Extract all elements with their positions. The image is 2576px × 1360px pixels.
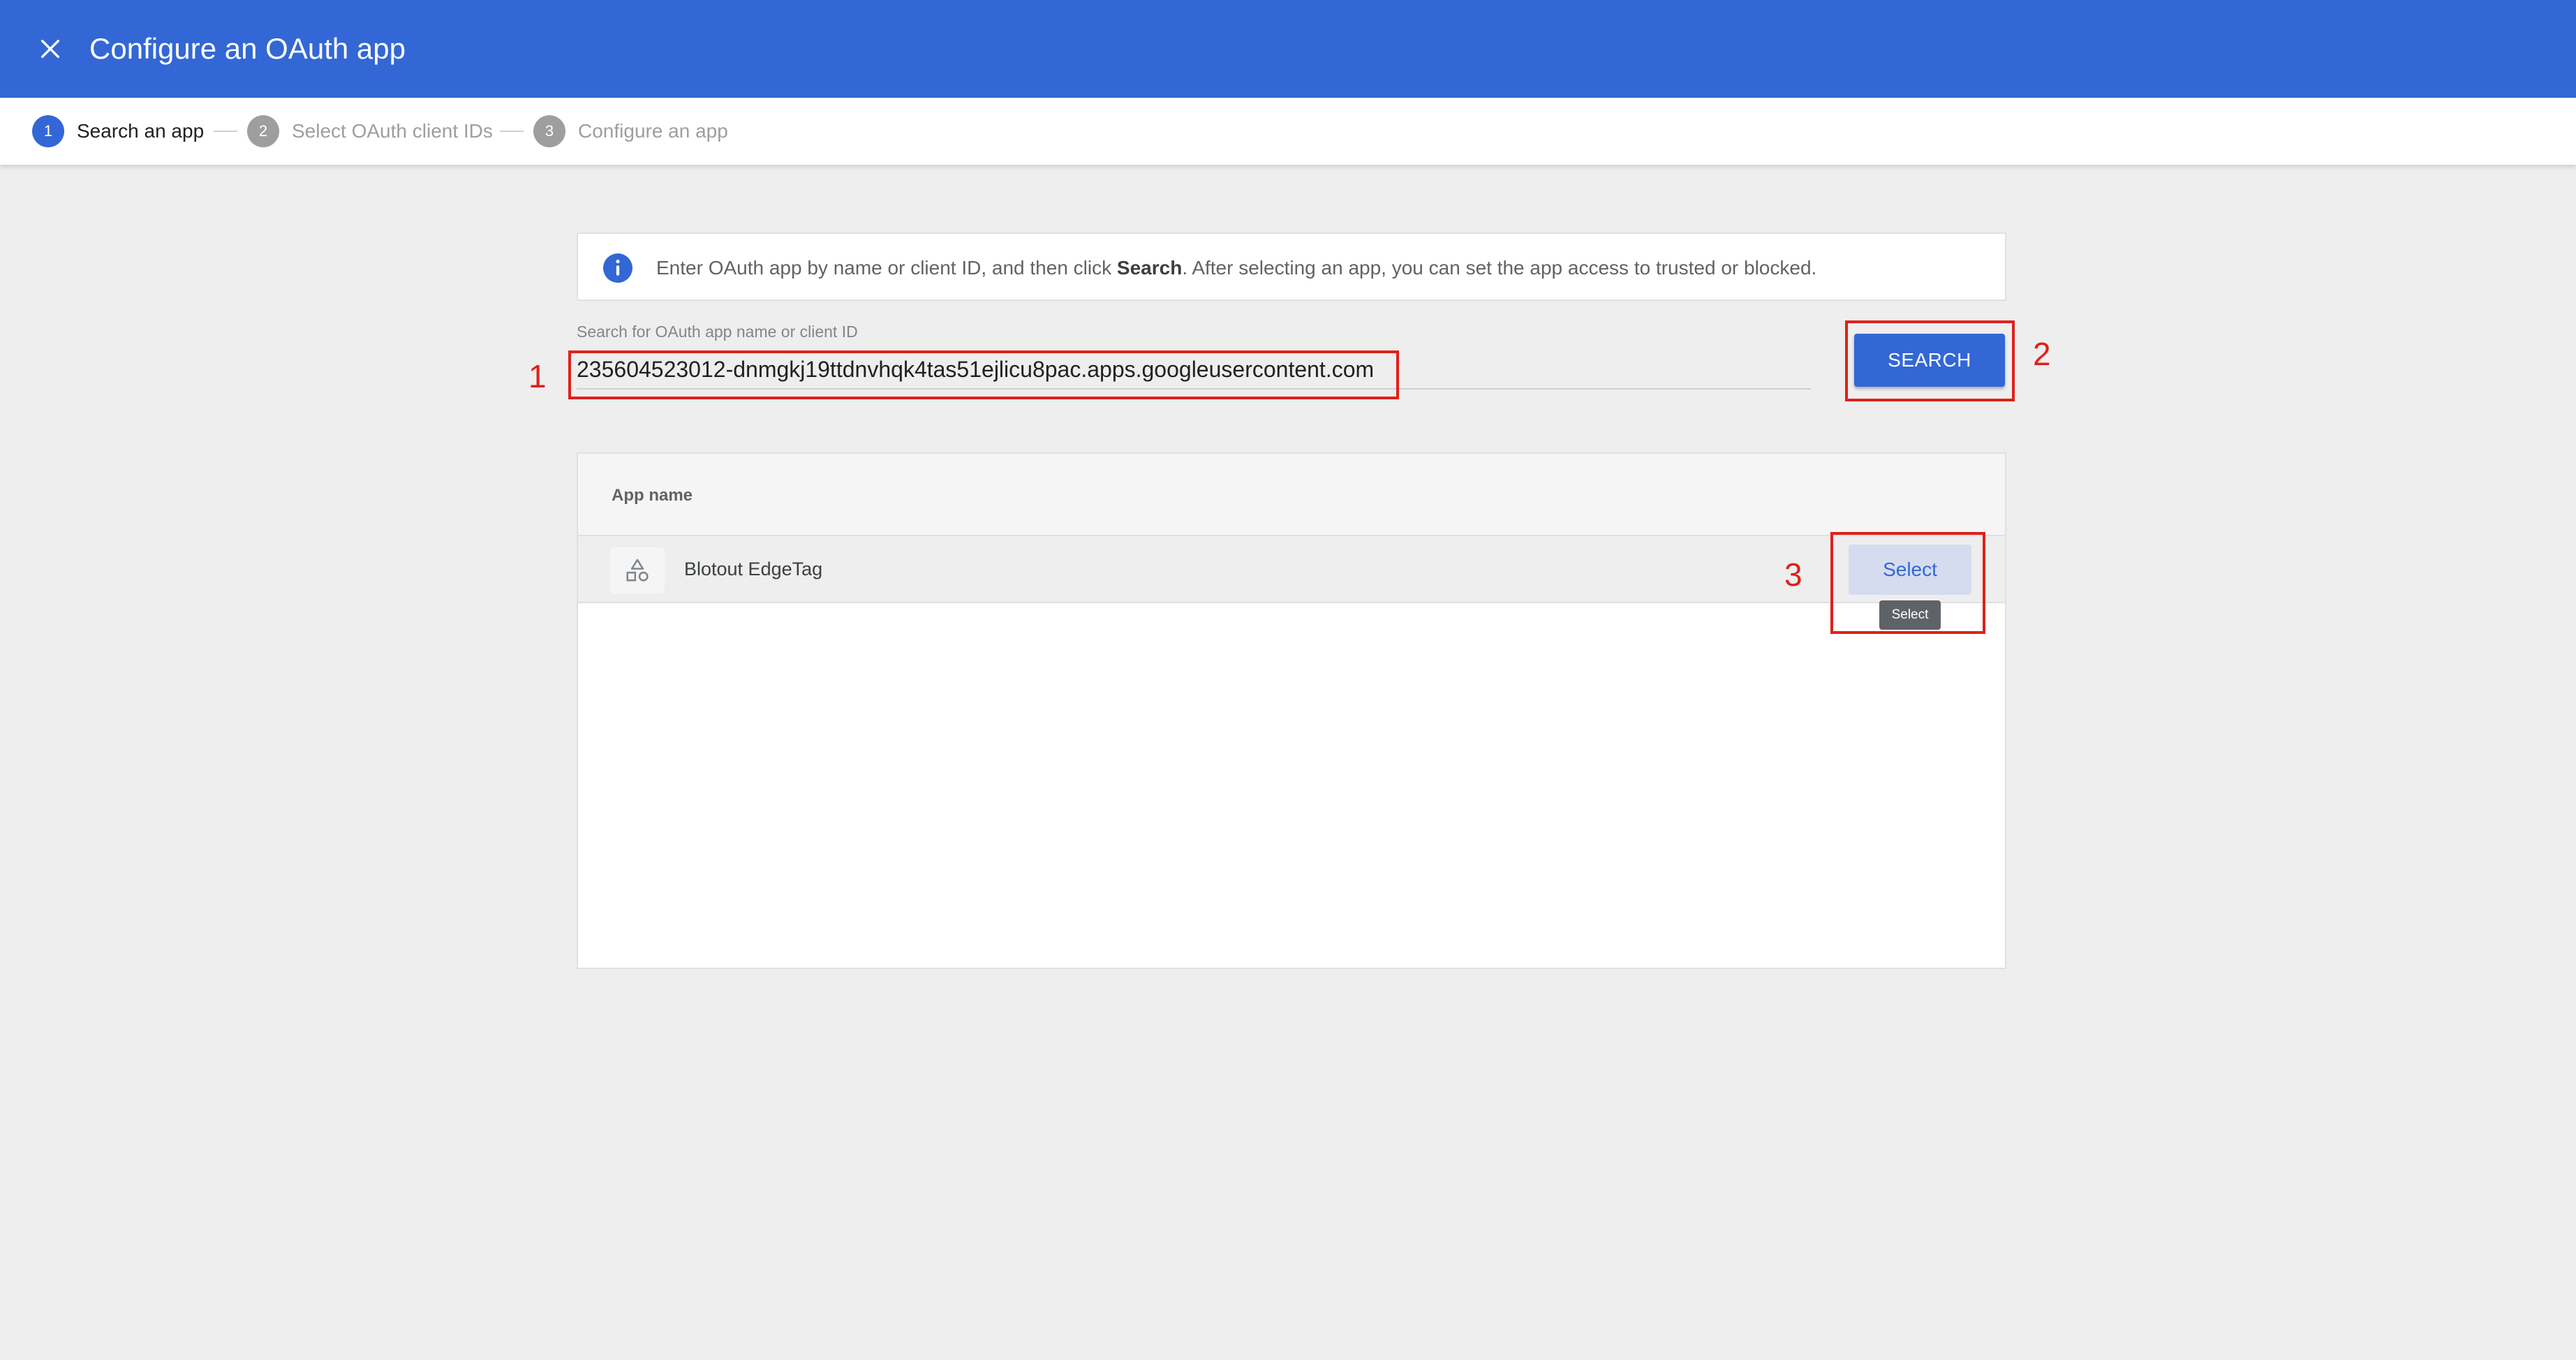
column-header-app-name: App name [612,486,693,505]
annotation-number: 1 [528,358,547,394]
step-connector [214,131,237,132]
step-configure-an-app[interactable]: 3 Configure an app [533,114,728,148]
stepper: 1 Search an app 2 Select OAuth client ID… [0,98,2576,165]
search-field-label: Search for OAuth app name or client ID [577,323,858,341]
step-label: Configure an app [578,120,728,142]
annotation-box-search-input [568,350,1399,399]
close-icon [40,39,60,59]
info-icon [603,253,632,283]
info-banner: Enter OAuth app by name or client ID, an… [577,232,2006,301]
shapes-icon [626,559,649,582]
annotation-box-search-button [1845,320,2015,401]
annotation-box-select-button [1830,532,1985,634]
step-connector [500,131,524,132]
top-app-bar: Configure an OAuth app [0,0,2576,98]
step-number-badge: 2 [247,115,279,147]
app-icon-placeholder [610,547,665,593]
step-number-badge: 1 [32,115,64,147]
annotation-number: 2 [2033,336,2051,372]
step-label: Search an app [77,120,205,142]
oauth-config-page: Configure an OAuth app 1 Search an app 2… [0,0,2576,1360]
close-button[interactable] [28,27,73,71]
info-text-search-bold: Search [1116,257,1183,279]
results-table: App name Blotout EdgeTag Select Select [577,452,2006,969]
step-search-an-app[interactable]: 1 Search an app [32,114,204,148]
step-number-badge: 3 [533,115,565,147]
step-select-oauth-client-ids[interactable]: 2 Select OAuth client IDs [247,114,493,148]
table-header: App name [578,454,2005,536]
info-text: Enter OAuth app by name or client ID, an… [656,257,1817,279]
annotation-number: 3 [1784,556,1803,593]
page-title: Configure an OAuth app [89,32,406,65]
app-name: Blotout EdgeTag [684,559,823,579]
step-label: Select OAuth client IDs [292,120,493,142]
